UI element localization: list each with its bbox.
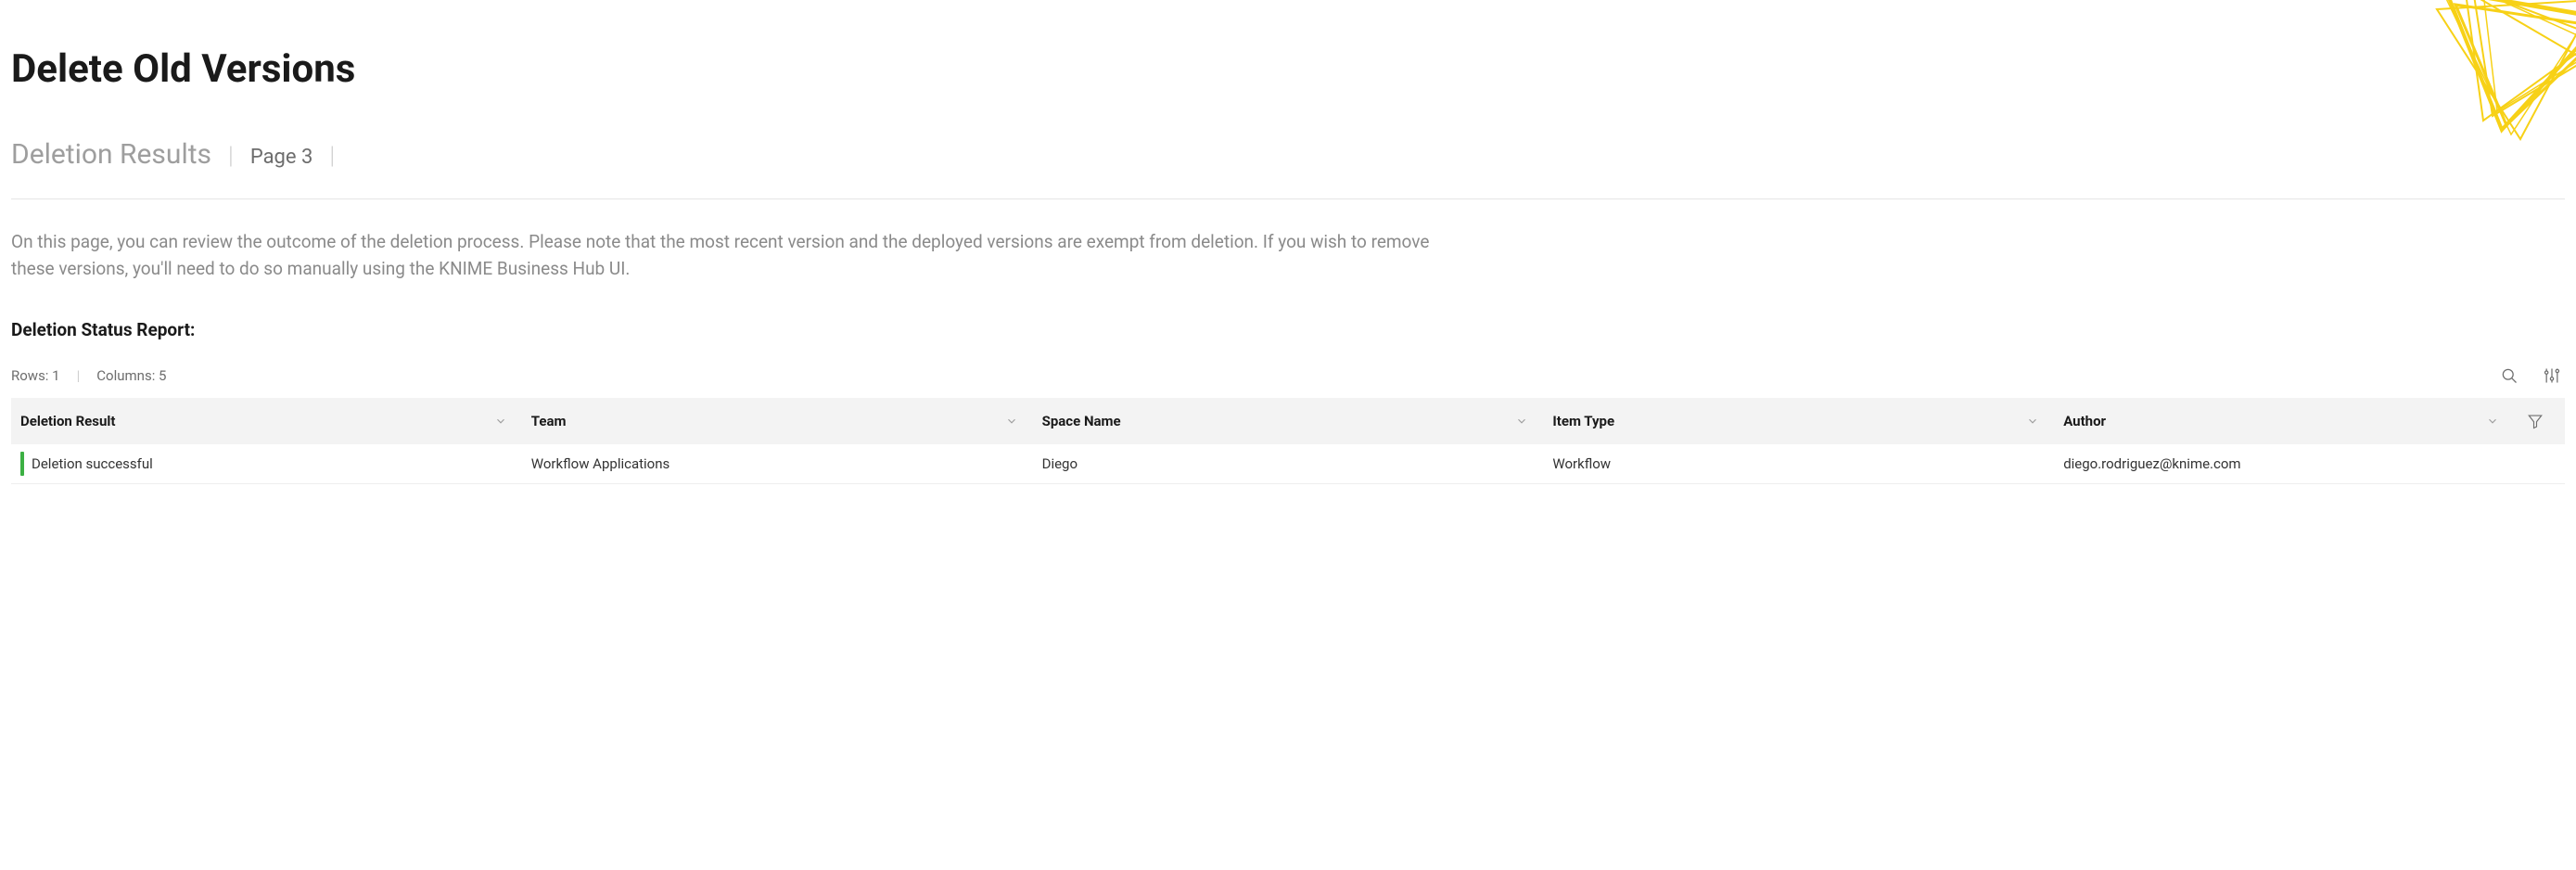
breadcrumb-page: Page 3	[250, 146, 313, 169]
table-header-row: Deletion Result Team	[11, 398, 2565, 444]
chevron-down-icon	[1515, 415, 1528, 428]
cell-space-name: Diego	[1033, 444, 1544, 484]
page-description: On this page, you can review the outcome…	[11, 229, 1439, 282]
table-counts: Rows: 1 | Columns: 5	[11, 367, 166, 384]
column-label: Item Type	[1552, 413, 1614, 429]
filter-button[interactable]	[2523, 409, 2547, 433]
deletion-status-table: Deletion Result Team	[11, 398, 2565, 484]
breadcrumb-section: Deletion Results	[11, 138, 211, 171]
search-button[interactable]	[2496, 363, 2522, 389]
page-title: Delete Old Versions	[11, 46, 2565, 92]
rows-count: Rows: 1	[11, 367, 60, 384]
counts-separator: |	[77, 367, 81, 384]
chevron-down-icon	[1005, 415, 1018, 428]
breadcrumb-separator: |	[329, 142, 335, 170]
filter-icon	[2527, 413, 2544, 429]
chevron-down-icon	[2486, 415, 2499, 428]
column-label: Author	[2063, 413, 2106, 429]
column-header-space-name[interactable]: Space Name	[1033, 398, 1544, 444]
column-label: Team	[531, 413, 567, 429]
column-label: Deletion Result	[20, 413, 115, 429]
column-header-deletion-result[interactable]: Deletion Result	[11, 398, 522, 444]
column-header-team[interactable]: Team	[522, 398, 1033, 444]
column-header-item-type[interactable]: Item Type	[1543, 398, 2054, 444]
column-header-author[interactable]: Author	[2054, 398, 2514, 444]
breadcrumb-separator: |	[228, 142, 234, 170]
cell-author: diego.rodriguez@knime.com	[2054, 444, 2514, 484]
columns-count: Columns: 5	[96, 367, 166, 384]
sliders-icon	[2543, 366, 2561, 385]
column-label: Space Name	[1042, 413, 1121, 429]
cell-item-type: Workflow	[1543, 444, 2054, 484]
breadcrumb: Deletion Results | Page 3 |	[11, 138, 2565, 171]
table-row[interactable]: Deletion successful Workflow Application…	[11, 444, 2565, 484]
settings-button[interactable]	[2539, 363, 2565, 389]
report-title: Deletion Status Report:	[11, 319, 2565, 340]
chevron-down-icon	[494, 415, 507, 428]
chevron-down-icon	[2026, 415, 2039, 428]
search-icon	[2500, 366, 2519, 385]
cell-deletion-result: Deletion successful	[11, 444, 522, 484]
cell-actions	[2514, 444, 2565, 484]
column-header-filter	[2514, 398, 2565, 444]
divider	[11, 198, 2565, 199]
cell-team: Workflow Applications	[522, 444, 1033, 484]
